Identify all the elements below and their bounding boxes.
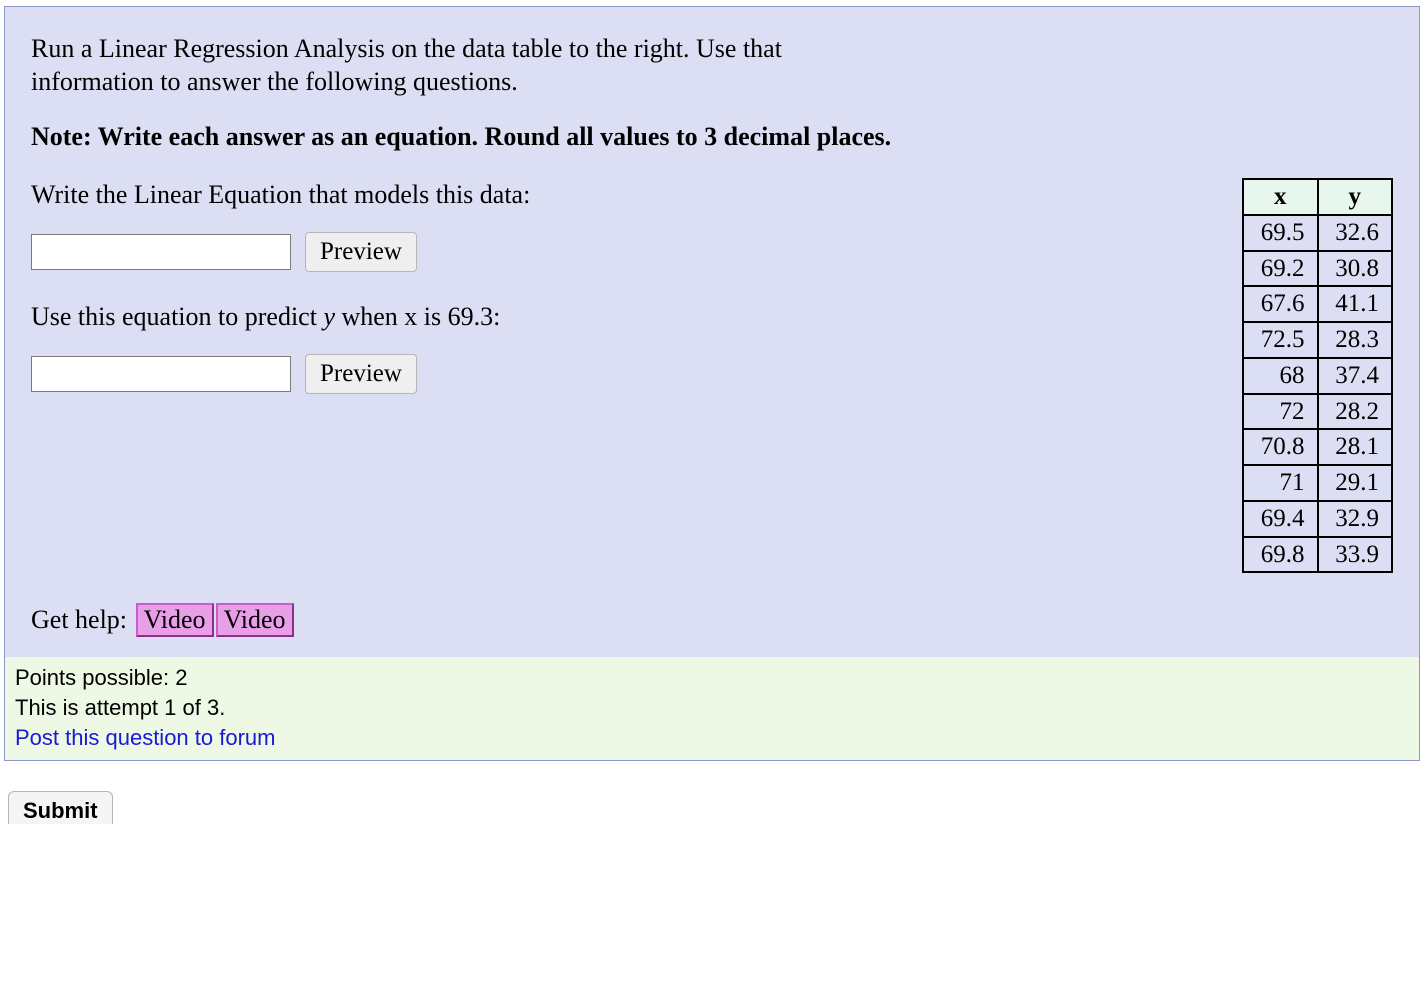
answer-2-input[interactable] [31,356,291,392]
cell-y: 29.1 [1318,465,1393,501]
table-row: 70.828.1 [1243,429,1392,465]
table-header-row: x y [1243,179,1392,215]
header-x: x [1243,179,1318,215]
table-row: 72.528.3 [1243,322,1392,358]
cell-y: 28.1 [1318,429,1393,465]
cell-y: 33.9 [1318,537,1393,573]
cell-x: 69.8 [1243,537,1318,573]
cell-x: 72.5 [1243,322,1318,358]
table-row: 69.532.6 [1243,215,1392,251]
cell-y: 30.8 [1318,251,1393,287]
answer-1-input[interactable] [31,234,291,270]
submit-button[interactable]: Submit [8,791,113,824]
table-row: 6837.4 [1243,358,1392,394]
question-footer: Points possible: 2 This is attempt 1 of … [5,657,1419,760]
question-2-input-row: Preview [31,354,1202,394]
cell-y: 37.4 [1318,358,1393,394]
submit-area: Submit [0,761,1424,825]
table-row: 69.432.9 [1243,501,1392,537]
cell-y: 28.2 [1318,394,1393,430]
questions-column: Write the Linear Equation that models th… [31,180,1202,424]
cell-x: 71 [1243,465,1318,501]
table-row: 69.833.9 [1243,537,1392,573]
get-help-row: Get help: VideoVideo [31,603,1393,637]
question-body: Run a Linear Regression Analysis on the … [5,7,1419,657]
question-1-input-row: Preview [31,232,1202,272]
video-button-1[interactable]: Video [136,603,214,637]
cell-y: 41.1 [1318,286,1393,322]
cell-y: 32.6 [1318,215,1393,251]
preview-2-button[interactable]: Preview [305,354,417,394]
cell-x: 69.4 [1243,501,1318,537]
question-2-prompt-post: when x is 69.3: [335,302,500,331]
cell-y: 32.9 [1318,501,1393,537]
cell-x: 72 [1243,394,1318,430]
content-columns: Write the Linear Equation that models th… [31,180,1393,573]
points-possible: Points possible: 2 [15,663,1409,693]
cell-y: 28.3 [1318,322,1393,358]
cell-x: 69.2 [1243,251,1318,287]
question-2-prompt: Use this equation to predict y when x is… [31,302,1202,332]
header-y: y [1318,179,1393,215]
post-to-forum-link[interactable]: Post this question to forum [15,723,1409,753]
attempt-info: This is attempt 1 of 3. [15,693,1409,723]
table-row: 7228.2 [1243,394,1392,430]
question-2-y-var: y [323,302,335,331]
question-1: Write the Linear Equation that models th… [31,180,1202,272]
table-row: 7129.1 [1243,465,1392,501]
cell-x: 68 [1243,358,1318,394]
data-table-wrapper: x y 69.532.669.230.867.641.172.528.36837… [1242,180,1393,573]
cell-x: 69.5 [1243,215,1318,251]
question-container: Run a Linear Regression Analysis on the … [4,6,1420,761]
note-text: Note: Write each answer as an equation. … [31,122,1393,152]
intro-text: Run a Linear Regression Analysis on the … [31,33,901,98]
cell-x: 70.8 [1243,429,1318,465]
preview-1-button[interactable]: Preview [305,232,417,272]
video-button-2[interactable]: Video [216,603,294,637]
table-body: 69.532.669.230.867.641.172.528.36837.472… [1243,215,1392,573]
table-row: 69.230.8 [1243,251,1392,287]
cell-x: 67.6 [1243,286,1318,322]
get-help-label: Get help: [31,605,127,634]
question-2: Use this equation to predict y when x is… [31,302,1202,394]
table-row: 67.641.1 [1243,286,1392,322]
question-1-prompt: Write the Linear Equation that models th… [31,180,1202,210]
data-table: x y 69.532.669.230.867.641.172.528.36837… [1242,178,1393,573]
question-2-prompt-pre: Use this equation to predict [31,302,323,331]
